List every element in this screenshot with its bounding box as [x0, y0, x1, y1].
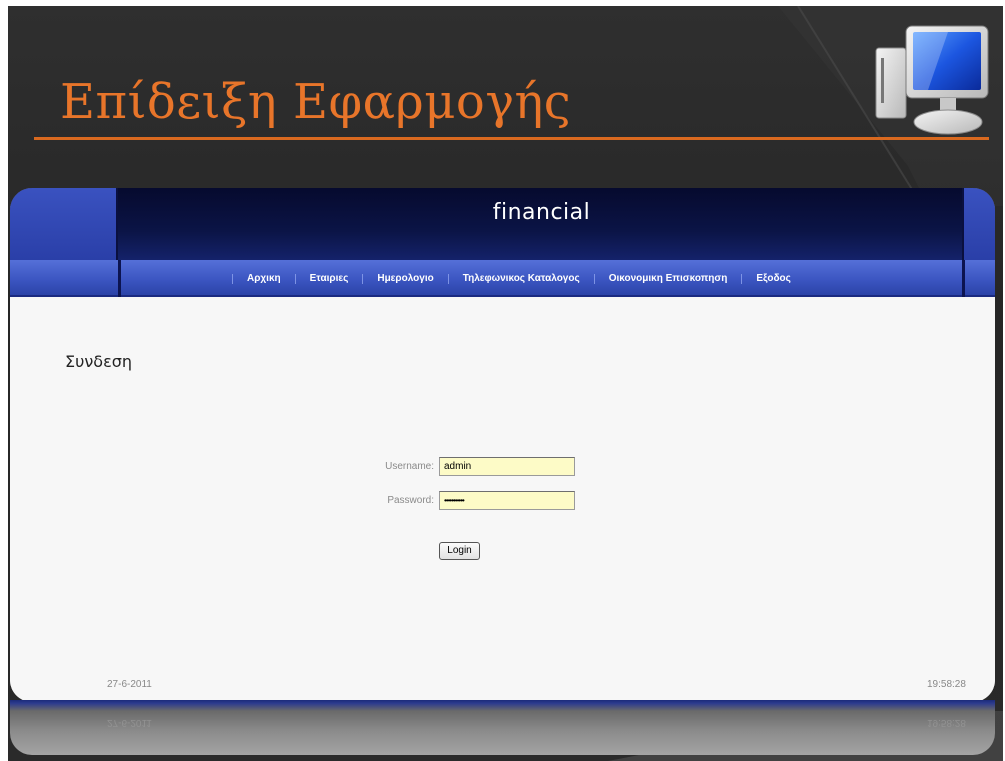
- nav-separator: [741, 273, 743, 284]
- nav-item-home[interactable]: Αρχικη: [247, 273, 281, 284]
- title-underline: [34, 137, 989, 140]
- nav-item-phone-directory[interactable]: Τηλεφωνικος Καταλογος: [463, 273, 580, 284]
- nav-separator: [232, 273, 233, 284]
- nav-separator: [294, 273, 296, 284]
- computer-monitor-icon: [875, 25, 989, 135]
- brand-title: financial: [492, 200, 591, 225]
- nav-separator: [362, 273, 364, 284]
- app-content: Συνδεση Username: admin Password: ••••••…: [10, 299, 995, 702]
- page-title: Συνδεση: [65, 352, 133, 371]
- nav-right-divider: [962, 260, 965, 297]
- password-input[interactable]: •••••••••••: [439, 491, 575, 510]
- nav-left-divider: [118, 260, 121, 297]
- web-app-window: financial Αρχικη Εταιριες Ημερολογιο Τηλ…: [10, 188, 995, 702]
- reflected-time: 19:58:28: [927, 717, 966, 728]
- footer-time: 19:58:28: [927, 679, 966, 690]
- nav-menu: Αρχικη Εταιριες Ημερολογιο Τηλεφωνικος Κ…: [218, 260, 791, 297]
- username-row: Username: admin: [374, 457, 575, 476]
- app-header: financial Αρχικη Εταιριες Ημερολογιο Τηλ…: [10, 188, 995, 297]
- footer-date: 27-6-2011: [107, 679, 152, 690]
- nav-item-financial-overview[interactable]: Οικονομικη Επισκοπηση: [609, 273, 728, 284]
- login-button[interactable]: Login: [439, 542, 480, 560]
- username-label: Username:: [385, 461, 434, 472]
- app-reflection: 27-6-2011 19:58:28: [10, 700, 995, 755]
- reflected-date: 27-6-2011: [107, 717, 152, 728]
- password-label: Password:: [387, 495, 434, 506]
- nav-separator: [593, 273, 595, 284]
- slide-title: Επίδειξη Εφαρμογής: [60, 74, 572, 130]
- nav-item-companies[interactable]: Εταιριες: [310, 273, 349, 284]
- nav-item-calendar[interactable]: Ημερολογιο: [377, 273, 433, 284]
- password-row: Password: •••••••••••: [374, 491, 575, 510]
- username-input[interactable]: admin: [439, 457, 575, 476]
- nav-separator: [447, 273, 449, 284]
- nav-item-logout[interactable]: Εξοδος: [756, 273, 790, 284]
